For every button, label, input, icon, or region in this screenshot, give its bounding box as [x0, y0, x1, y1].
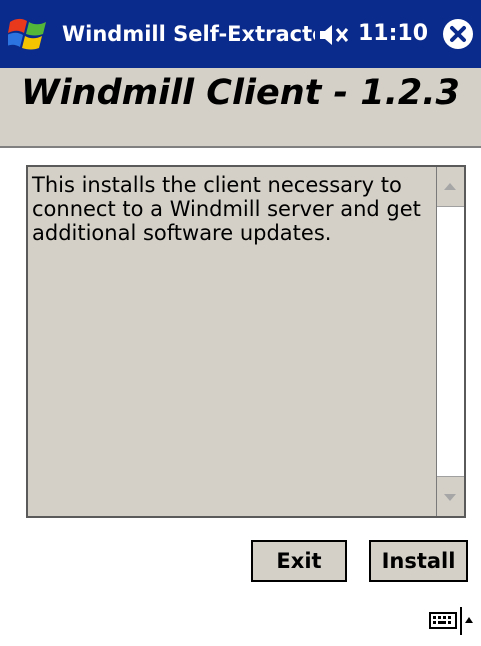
- down-arrow-icon: [444, 494, 456, 501]
- vertical-scrollbar[interactable]: [436, 167, 464, 516]
- app-title: Windmill Client - 1.2.3: [21, 73, 460, 113]
- description-textbox[interactable]: This installs the client necessary to co…: [26, 165, 466, 518]
- keyboard-icon: [429, 612, 457, 629]
- header-band: Windmill Client - 1.2.3: [0, 68, 481, 148]
- clock[interactable]: 11:10: [358, 18, 428, 50]
- up-arrow-icon: [444, 183, 456, 190]
- speaker-muted-icon[interactable]: [318, 22, 354, 48]
- input-panel-toggle[interactable]: [427, 603, 477, 637]
- exit-button[interactable]: Exit: [251, 540, 347, 582]
- chevron-up-icon: [465, 617, 473, 623]
- title-bar: Windmill Self-Extracto 11:10: [0, 0, 481, 68]
- scroll-up-button[interactable]: [437, 167, 464, 207]
- install-button[interactable]: Install: [369, 540, 468, 582]
- window-title: Windmill Self-Extracto: [62, 22, 315, 46]
- close-icon[interactable]: [441, 17, 475, 51]
- windows-flag-icon[interactable]: [5, 14, 50, 54]
- description-text: This installs the client necessary to co…: [32, 173, 421, 245]
- scroll-down-button[interactable]: [437, 476, 464, 516]
